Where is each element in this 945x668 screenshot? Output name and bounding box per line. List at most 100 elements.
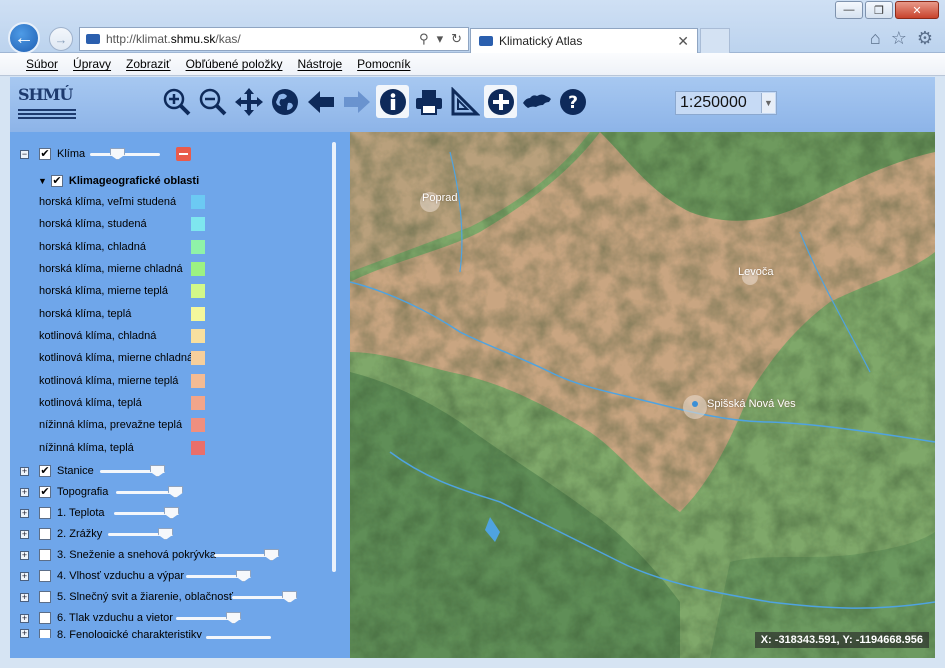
forward-arrow-icon: → bbox=[54, 31, 68, 47]
slider-knob[interactable] bbox=[264, 549, 279, 561]
full-extent-button[interactable] bbox=[268, 85, 301, 118]
slider-knob[interactable] bbox=[226, 612, 241, 624]
legend-item: kotlinová klíma, mierne chladná bbox=[39, 352, 194, 364]
previous-extent-button[interactable] bbox=[304, 85, 337, 118]
scale-select[interactable]: 1:250000 ▼ bbox=[675, 91, 777, 115]
expanded-triangle-icon[interactable]: ▼ bbox=[38, 176, 47, 186]
dropdown-icon[interactable]: ▾ bbox=[437, 31, 444, 47]
legend-swatch bbox=[191, 307, 205, 321]
layer-checkbox[interactable] bbox=[39, 629, 51, 638]
menu-edit[interactable]: Úpravy bbox=[73, 57, 111, 71]
slider-knob[interactable] bbox=[164, 507, 179, 519]
print-icon bbox=[415, 89, 442, 115]
slider-knob[interactable] bbox=[236, 570, 251, 582]
opacity-slider[interactable] bbox=[176, 612, 241, 624]
new-tab-button[interactable] bbox=[700, 28, 730, 53]
slider-knob[interactable] bbox=[158, 528, 173, 540]
expand-icon[interactable]: + bbox=[20, 529, 29, 539]
layer-label-klima: Klíma bbox=[57, 148, 86, 160]
expand-icon[interactable]: + bbox=[20, 613, 29, 623]
layer-label: Stanice bbox=[57, 465, 94, 477]
layer-checkbox[interactable] bbox=[39, 612, 51, 624]
next-extent-button[interactable] bbox=[340, 85, 373, 118]
layer-checkbox[interactable] bbox=[39, 549, 51, 561]
layer-checkbox[interactable] bbox=[39, 507, 51, 519]
opacity-slider[interactable] bbox=[214, 549, 279, 561]
expand-icon[interactable]: + bbox=[20, 592, 29, 602]
tab-close-icon[interactable]: ✕ bbox=[677, 33, 689, 50]
layer-label: 2. Zrážky bbox=[57, 528, 103, 540]
menu-favorites[interactable]: Obľúbené položky bbox=[186, 57, 283, 71]
settings-gear-icon[interactable]: ⚙ bbox=[917, 28, 933, 49]
back-arrow-icon bbox=[307, 90, 334, 113]
expand-icon[interactable]: + bbox=[20, 508, 29, 518]
slider-knob[interactable] bbox=[282, 591, 297, 603]
info-button[interactable] bbox=[376, 85, 409, 118]
opacity-slider[interactable] bbox=[114, 507, 179, 519]
expand-icon[interactable]: + bbox=[20, 571, 29, 581]
zoom-in-button[interactable] bbox=[160, 85, 193, 118]
measure-button[interactable] bbox=[448, 85, 481, 118]
home-icon[interactable]: ⌂ bbox=[870, 28, 881, 49]
expand-icon[interactable]: + bbox=[20, 550, 29, 560]
help-button[interactable]: ? bbox=[556, 85, 589, 118]
opacity-slider[interactable] bbox=[232, 591, 297, 603]
opacity-slider[interactable] bbox=[100, 465, 165, 477]
group-row-klimageograficke: ▼ ✔ Klimageografické oblasti bbox=[38, 171, 199, 191]
map-view[interactable]: Poprad Levoča Spišská Nová Ves X: -31834… bbox=[350, 132, 935, 658]
panel-scrollbar[interactable] bbox=[332, 142, 336, 572]
layer-checkbox-klima[interactable]: ✔ bbox=[39, 148, 51, 160]
legend-item: horská klíma, chladná bbox=[39, 241, 146, 253]
slovakia-map-icon bbox=[522, 94, 551, 108]
menu-view[interactable]: Zobraziť bbox=[126, 57, 171, 71]
expand-icon[interactable]: + bbox=[20, 466, 29, 476]
url-host: shmu.sk bbox=[170, 32, 216, 46]
layer-label: 1. Teplota bbox=[57, 507, 105, 519]
browser-tab[interactable]: Klimatický Atlas ✕ bbox=[470, 28, 698, 53]
legend-swatch bbox=[191, 374, 205, 388]
opacity-slider[interactable] bbox=[116, 486, 183, 498]
back-button[interactable]: ← bbox=[8, 22, 40, 54]
forward-button[interactable]: → bbox=[49, 27, 73, 51]
url-suffix: /kas/ bbox=[215, 32, 241, 46]
maximize-button[interactable]: ❐ bbox=[865, 1, 893, 19]
layer-checkbox[interactable] bbox=[39, 591, 51, 603]
opacity-slider[interactable] bbox=[206, 636, 271, 639]
collapse-icon[interactable]: − bbox=[20, 149, 29, 159]
map-label-spisska-nova-ves: Spišská Nová Ves bbox=[707, 398, 796, 410]
slider-knob[interactable] bbox=[150, 465, 165, 477]
opacity-slider[interactable] bbox=[186, 570, 251, 582]
chevron-down-icon[interactable]: ▼ bbox=[761, 93, 775, 113]
zoom-out-button[interactable] bbox=[196, 85, 229, 118]
minimize-button[interactable]: — bbox=[835, 1, 863, 19]
slovakia-map-button[interactable] bbox=[520, 85, 553, 118]
close-window-button[interactable]: ✕ bbox=[895, 1, 939, 19]
address-bar[interactable]: http://klimat. shmu.sk/kas/ ⚲ ▾ ↻ bbox=[79, 27, 469, 51]
add-layer-button[interactable] bbox=[484, 85, 517, 118]
slider-knob[interactable] bbox=[168, 486, 183, 498]
remove-layer-button[interactable] bbox=[176, 147, 191, 161]
layer-checkbox[interactable]: ✔ bbox=[39, 486, 51, 498]
expand-icon[interactable]: + bbox=[20, 629, 29, 638]
expand-icon[interactable]: + bbox=[20, 487, 29, 497]
pan-button[interactable] bbox=[232, 85, 265, 118]
print-button[interactable] bbox=[412, 85, 445, 118]
slider-knob[interactable] bbox=[110, 148, 125, 160]
layer-checkbox[interactable] bbox=[39, 570, 51, 582]
opacity-slider[interactable] bbox=[108, 528, 173, 540]
map-canvas[interactable] bbox=[350, 132, 935, 658]
logo-waves-icon bbox=[18, 109, 76, 119]
opacity-slider-klima[interactable] bbox=[90, 148, 160, 160]
menu-help[interactable]: Pomocník bbox=[357, 57, 410, 71]
favorites-star-icon[interactable]: ☆ bbox=[891, 28, 907, 49]
menu-file[interactable]: Súbor bbox=[26, 57, 58, 71]
menu-tools[interactable]: Nástroje bbox=[297, 57, 342, 71]
layer-checkbox[interactable]: ✔ bbox=[39, 465, 51, 477]
search-icon[interactable]: ⚲ bbox=[419, 31, 429, 47]
layer-row-topografia: + ✔ Topografia bbox=[10, 482, 108, 502]
group-checkbox[interactable]: ✔ bbox=[50, 175, 63, 187]
refresh-icon[interactable]: ↻ bbox=[451, 31, 462, 47]
layer-row-stanice: + ✔ Stanice bbox=[10, 461, 94, 481]
layer-checkbox[interactable] bbox=[39, 528, 51, 540]
layer-row-fenologicke: + 8. Fenologické charakteristiky bbox=[10, 629, 202, 638]
